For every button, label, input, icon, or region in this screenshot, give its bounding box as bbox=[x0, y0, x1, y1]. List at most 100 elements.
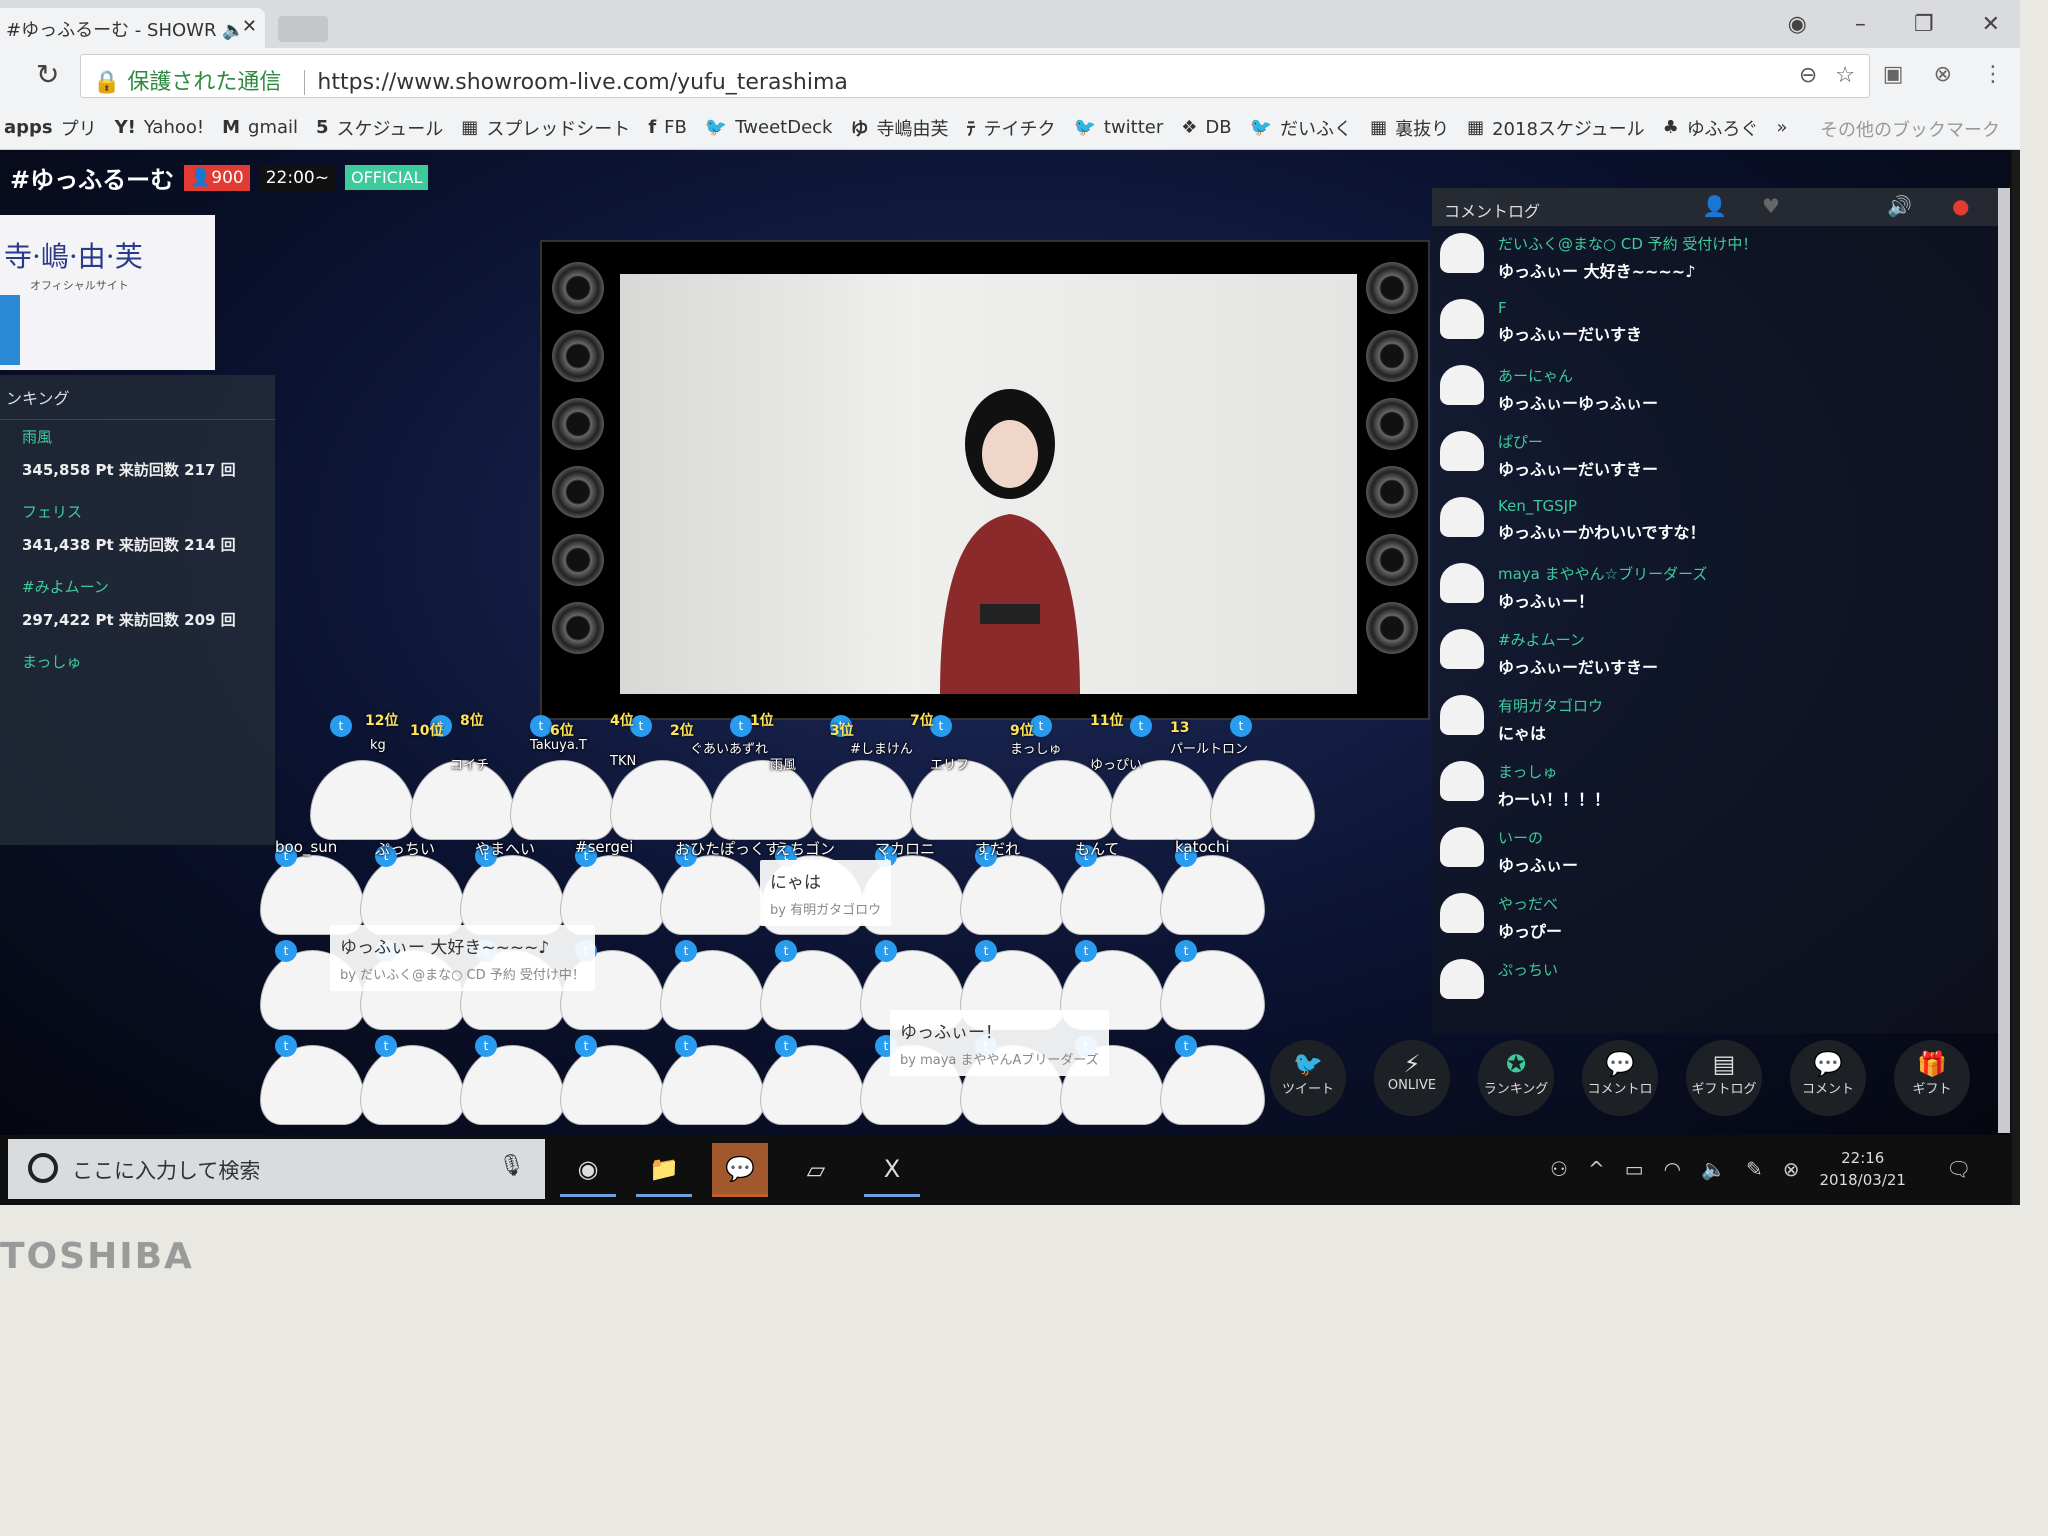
comment-user[interactable]: ぱぴー bbox=[1498, 431, 1658, 452]
comment-user[interactable]: だいふく@まな○ CD 予約 受付け中！ bbox=[1498, 233, 1757, 254]
search-placeholder: ここに入力して検索 bbox=[72, 1159, 261, 1183]
comment-user[interactable]: やっだべ bbox=[1498, 893, 1562, 914]
stage-rank-label: 11位 bbox=[1090, 713, 1124, 729]
stage-user-name: えちゴン bbox=[775, 840, 836, 858]
comment-user[interactable]: Ken_TGSJP bbox=[1498, 497, 1706, 515]
ranking-item[interactable]: 雨風 345,858 Pt 来訪回数 217 回 bbox=[0, 420, 275, 495]
action-comment-log-button[interactable]: 💬 コメントロ bbox=[1582, 1040, 1658, 1116]
bookmark-item[interactable]: Y! Yahoo! bbox=[115, 117, 204, 138]
url-text[interactable]: https://www.showroom-live.com/yufu_teras… bbox=[304, 70, 848, 95]
action-onlive-button[interactable]: ⚡ ONLIVE bbox=[1374, 1040, 1450, 1116]
commenter-avatar[interactable] bbox=[1440, 761, 1484, 801]
volume-tray-icon[interactable]: 🔈 bbox=[1701, 1157, 1726, 1181]
chrome-extension-icon[interactable]: ⊗ bbox=[1934, 62, 1952, 87]
bookmarks-overflow[interactable]: » bbox=[1776, 117, 1787, 138]
ranking-item[interactable]: フェリス 341,438 Pt 来訪回数 214 回 bbox=[0, 495, 275, 570]
bookmark-item[interactable]: ゆ寺嶋由芙 bbox=[850, 115, 948, 141]
commenter-avatar[interactable] bbox=[1440, 563, 1484, 603]
bookmark-item[interactable]: ▦ 2018スケジュール bbox=[1467, 115, 1645, 141]
page-scrollbar[interactable] bbox=[1998, 188, 2010, 1133]
commenter-avatar[interactable] bbox=[1440, 431, 1484, 471]
bookmark-item[interactable]: ❖ DB bbox=[1181, 117, 1231, 138]
comment-user[interactable]: あーにゃん bbox=[1498, 365, 1658, 386]
commenter-avatar[interactable] bbox=[1440, 827, 1484, 867]
minimize-button[interactable]: – bbox=[1855, 12, 1866, 37]
action-center-icon[interactable]: 🗨 bbox=[1946, 1157, 1971, 1181]
bookmark-item[interactable]: ▦ 裏抜り bbox=[1370, 115, 1449, 141]
line-app-icon[interactable]: 💬 bbox=[712, 1143, 768, 1197]
official-site-banner[interactable]: 寺·嶋·由·芙 オフィシャルサイト bbox=[0, 215, 215, 370]
commenter-avatar[interactable] bbox=[1440, 893, 1484, 933]
commenter-avatar[interactable] bbox=[1440, 695, 1484, 735]
profile-icon[interactable]: ◉ bbox=[1788, 12, 1807, 37]
comment-user[interactable]: #みよムーン bbox=[1498, 629, 1658, 650]
close-window-button[interactable]: ✕ bbox=[1982, 12, 2000, 37]
action-gift-log-button[interactable]: ▤ ギフトログ bbox=[1686, 1040, 1762, 1116]
new-tab-button[interactable] bbox=[278, 16, 328, 42]
bookmark-item[interactable]: ♣ ゆふろぐ bbox=[1663, 115, 1759, 141]
notepad-app-icon[interactable]: ▱ bbox=[788, 1143, 844, 1197]
other-bookmarks[interactable]: その他のブックマーク bbox=[1820, 116, 2000, 142]
volume-icon[interactable]: 🔊 bbox=[1887, 194, 1912, 218]
excel-app-icon[interactable]: X bbox=[864, 1143, 920, 1197]
comment-user[interactable]: いーの bbox=[1498, 827, 1578, 848]
comment-user[interactable]: ぷっちい bbox=[1498, 959, 1558, 980]
wifi-icon[interactable]: ◠ bbox=[1664, 1157, 1681, 1181]
extension-icon[interactable]: ▣ bbox=[1883, 62, 1904, 87]
restore-button[interactable]: ❐ bbox=[1914, 12, 1934, 37]
ranking-item[interactable]: #みよムーン 297,422 Pt 来訪回数 209 回 bbox=[0, 570, 275, 645]
tab-bar: #ゆっふるーむ - SHOWR 🔈 ✕ ◉ – ❐ ✕ bbox=[0, 0, 2020, 48]
person-icon: 👤 bbox=[190, 167, 212, 188]
taskbar-search[interactable]: ここに入力して検索 🎙 bbox=[8, 1139, 545, 1199]
comment-user[interactable]: maya まややん☆ブリーダーズ bbox=[1498, 563, 1707, 584]
comment-body: Ken_TGSJP ゆっふぃーかわいいですな！ bbox=[1498, 497, 1706, 549]
pen-icon[interactable]: ✎ bbox=[1746, 1157, 1763, 1181]
action-twitter-button[interactable]: 🐦 ツイート bbox=[1270, 1040, 1346, 1116]
error-icon[interactable]: ⊗ bbox=[1783, 1157, 1800, 1181]
bookmark-item[interactable]: f FB bbox=[648, 117, 687, 138]
reload-icon[interactable]: ↻ bbox=[36, 58, 59, 91]
twitter-badge-icon: t bbox=[975, 940, 997, 962]
comment-user[interactable]: F bbox=[1498, 299, 1642, 317]
close-tab-icon[interactable]: ✕ bbox=[242, 16, 257, 37]
commenter-avatar[interactable] bbox=[1440, 629, 1484, 669]
action-medal-button[interactable]: ✪ ランキング bbox=[1478, 1040, 1554, 1116]
bookmark-item[interactable]: 🐦 だいふく bbox=[1250, 115, 1352, 141]
star-icon[interactable]: ☆ bbox=[1835, 63, 1855, 88]
address-bar[interactable]: 🔒 保護された通信 https://www.showroom-live.com/… bbox=[80, 54, 1870, 98]
chrome-app-icon[interactable]: ◉ bbox=[560, 1143, 616, 1197]
bookmark-item[interactable]: 5 スケジュール bbox=[316, 115, 443, 141]
action-comment-button[interactable]: 💬 コメント bbox=[1790, 1040, 1866, 1116]
clock[interactable]: 22:16 2018/03/21 bbox=[1820, 1147, 1906, 1191]
menu-icon[interactable]: ⋮ bbox=[1982, 62, 2004, 87]
mic-icon[interactable]: 🎙 bbox=[498, 1153, 525, 1178]
heart-icon[interactable]: ♥ bbox=[1762, 194, 1780, 218]
right-speakers bbox=[1366, 262, 1418, 654]
bookmark-item[interactable]: 🐦 TweetDeck bbox=[705, 117, 833, 138]
bookmark-item[interactable]: apps プリ bbox=[4, 115, 97, 141]
comment-user[interactable]: 有明ガタゴロウ bbox=[1498, 695, 1603, 716]
zoom-icon[interactable]: ⊖ bbox=[1799, 63, 1817, 88]
chevron-up-icon[interactable]: ^ bbox=[1588, 1157, 1605, 1181]
stage-rank-label: 7位 bbox=[910, 713, 934, 729]
file-explorer-icon[interactable]: 📁 bbox=[636, 1143, 692, 1197]
commenter-avatar[interactable] bbox=[1440, 959, 1484, 999]
browser-tab[interactable]: #ゆっふるーむ - SHOWR 🔈 ✕ bbox=[0, 8, 265, 48]
commenter-avatar[interactable] bbox=[1440, 299, 1484, 339]
commenter-avatar[interactable] bbox=[1440, 497, 1484, 537]
bookmark-item[interactable]: 🐦 twitter bbox=[1073, 117, 1163, 138]
bookmark-item[interactable]: ▦ スプレッドシート bbox=[461, 115, 630, 141]
ranking-item[interactable]: まっしゅ bbox=[0, 645, 275, 720]
people-icon[interactable]: ⚇ bbox=[1550, 1157, 1568, 1181]
user-icon[interactable]: 👤 bbox=[1702, 194, 1727, 218]
notification-icon[interactable]: ● bbox=[1952, 194, 1969, 218]
action-gift-button[interactable]: 🎁 ギフト bbox=[1894, 1040, 1970, 1116]
comment-user[interactable]: まっしゅ bbox=[1498, 761, 1610, 782]
commenter-avatar[interactable] bbox=[1440, 365, 1484, 405]
bookmark-item[interactable]: ﾃ テイチク bbox=[966, 115, 1055, 141]
battery-icon[interactable]: ▭ bbox=[1625, 1157, 1644, 1181]
twitter-badge-icon: t bbox=[730, 715, 752, 737]
commenter-avatar[interactable] bbox=[1440, 233, 1484, 273]
live-video[interactable] bbox=[620, 274, 1357, 694]
bookmark-item[interactable]: Mgmail bbox=[222, 117, 298, 138]
